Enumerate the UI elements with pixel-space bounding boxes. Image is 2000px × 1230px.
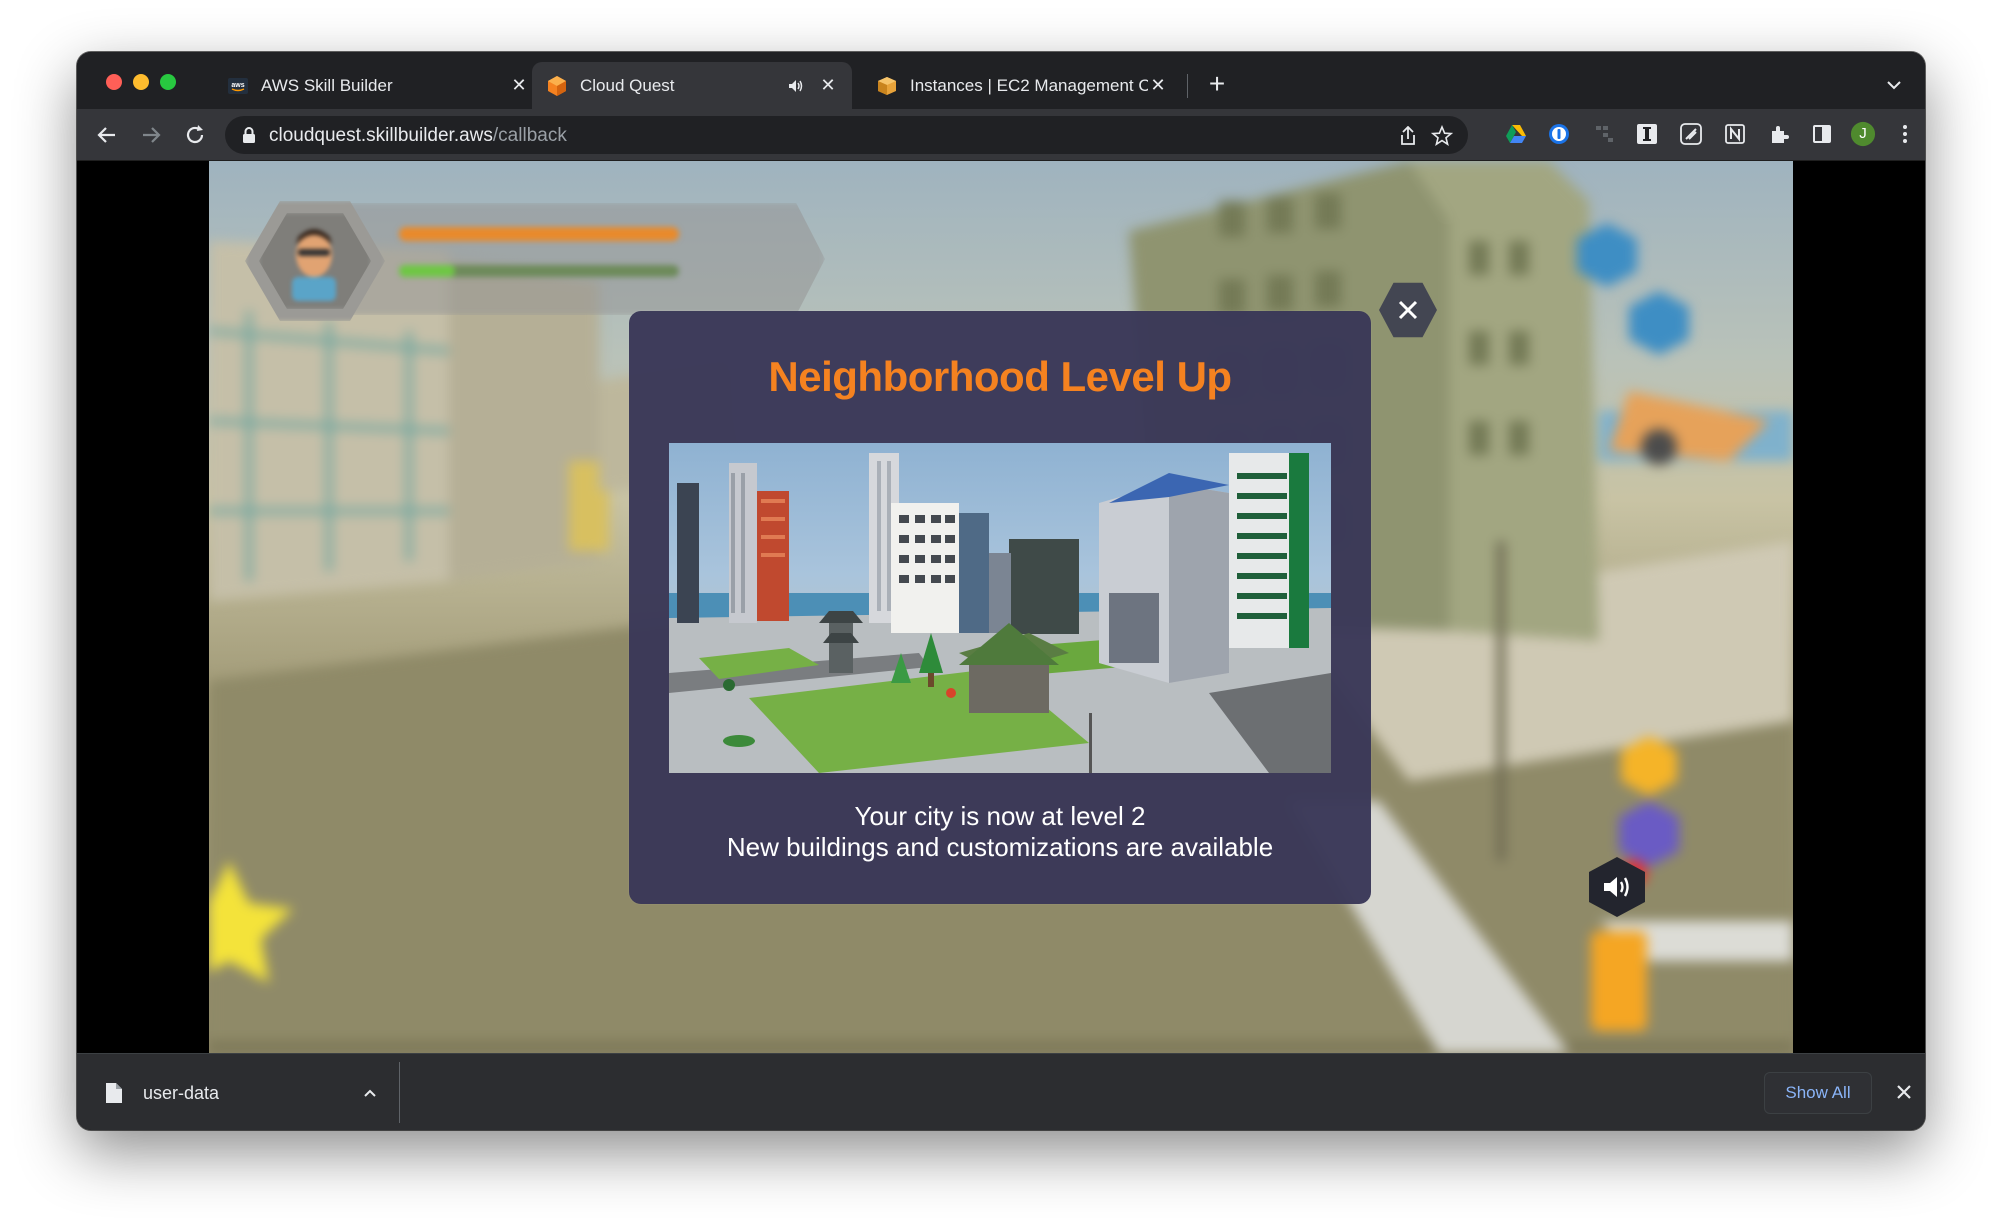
- file-icon: [106, 1083, 122, 1103]
- menu-kebab-icon[interactable]: [1892, 121, 1918, 147]
- browser-toolbar: cloudquest.skillbuilder.aws/callback J: [77, 109, 1925, 161]
- level-up-modal: Neighborhood Level Up Your city is now a…: [629, 311, 1371, 904]
- tab-search-chevron-icon[interactable]: [1883, 74, 1905, 96]
- aws-logo-icon: aws: [227, 75, 249, 97]
- xp-progress-bar: [399, 227, 679, 241]
- tab-close-icon[interactable]: ✕: [509, 75, 529, 96]
- modal-message-line-2: New buildings and customizations are ava…: [726, 832, 1274, 862]
- page-content: Neighborhood Level Up Your city is now a…: [77, 161, 1925, 1053]
- cloud-quest-cube-icon: [546, 75, 568, 97]
- modal-message: Your city is now at level 2 New building…: [629, 801, 1371, 863]
- notion-icon[interactable]: [1722, 121, 1748, 147]
- extensions-puzzle-icon[interactable]: [1766, 121, 1792, 147]
- tab-title: Cloud Quest: [580, 75, 675, 95]
- download-file-name: user-data: [143, 1082, 220, 1103]
- extension-grid-icon[interactable]: [1591, 121, 1617, 147]
- city-illustration: [669, 453, 1331, 773]
- tab-close-icon[interactable]: ✕: [1148, 75, 1168, 96]
- close-icon: [1398, 300, 1418, 320]
- level-progress-bar: [399, 265, 679, 277]
- browser-window: aws AWS Skill Builder ✕ Cloud Quest ✕ In…: [77, 52, 1925, 1130]
- tab-ec2-instances[interactable]: Instances | EC2 Management C ✕: [862, 62, 1182, 109]
- lock-icon[interactable]: [241, 126, 257, 144]
- url-host: cloudquest.skillbuilder.aws: [269, 125, 493, 146]
- speaker-icon[interactable]: [786, 76, 806, 96]
- url-path: /callback: [492, 125, 567, 146]
- modal-title: Neighborhood Level Up: [768, 353, 1232, 400]
- svg-text:aws: aws: [231, 82, 244, 89]
- tab-cloud-quest[interactable]: Cloud Quest ✕: [532, 62, 852, 109]
- tab-title: AWS Skill Builder: [261, 75, 393, 95]
- download-shelf: user-data Show All: [77, 1053, 1925, 1130]
- download-separator: [399, 1062, 400, 1123]
- share-icon[interactable]: [1397, 125, 1419, 147]
- city-preview-image: [669, 443, 1331, 773]
- google-drive-icon[interactable]: [1503, 121, 1529, 147]
- address-bar[interactable]: cloudquest.skillbuilder.aws/callback: [225, 116, 1468, 154]
- tab-strip: aws AWS Skill Builder ✕ Cloud Quest ✕ In…: [77, 52, 1925, 109]
- player-hud-panel: [345, 203, 825, 315]
- game-canvas[interactable]: Neighborhood Level Up Your city is now a…: [209, 161, 1793, 1053]
- tab-close-icon[interactable]: ✕: [818, 75, 838, 96]
- back-button[interactable]: [93, 121, 121, 149]
- password-manager-icon[interactable]: [1546, 121, 1572, 147]
- reload-icon: [186, 125, 204, 144]
- new-tab-button[interactable]: +: [1202, 70, 1232, 100]
- profile-avatar[interactable]: J: [1850, 121, 1876, 147]
- bookmark-star-icon[interactable]: [1431, 125, 1453, 147]
- forward-button[interactable]: [137, 121, 165, 149]
- forward-arrow-icon: [143, 127, 161, 143]
- modal-message-line-1: Your city is now at level 2: [854, 801, 1146, 831]
- show-all-downloads-button[interactable]: Show All: [1764, 1072, 1872, 1114]
- speaker-icon: [1604, 877, 1629, 897]
- reload-button[interactable]: [181, 121, 209, 149]
- url-text: cloudquest.skillbuilder.aws/callback: [269, 125, 567, 147]
- profile-initial: J: [1859, 125, 1867, 142]
- feedly-icon[interactable]: [1678, 121, 1704, 147]
- side-panel-icon[interactable]: [1809, 121, 1835, 147]
- maximize-window-button[interactable]: [160, 74, 176, 90]
- instapaper-icon[interactable]: [1634, 121, 1660, 147]
- chevron-up-icon[interactable]: [360, 1083, 380, 1103]
- back-arrow-icon: [97, 127, 115, 143]
- ec2-box-icon: [876, 75, 898, 97]
- tab-title: Instances | EC2 Management C: [910, 75, 1148, 95]
- tab-separator: [1187, 74, 1188, 98]
- close-window-button[interactable]: [106, 74, 122, 90]
- player-avatar[interactable]: [284, 221, 344, 301]
- minimize-window-button[interactable]: [133, 74, 149, 90]
- tab-aws-skill-builder[interactable]: aws AWS Skill Builder ✕: [213, 62, 543, 109]
- download-item[interactable]: user-data: [105, 1072, 380, 1114]
- level-progress-fill: [399, 265, 455, 277]
- close-download-shelf-icon[interactable]: [1892, 1080, 1916, 1104]
